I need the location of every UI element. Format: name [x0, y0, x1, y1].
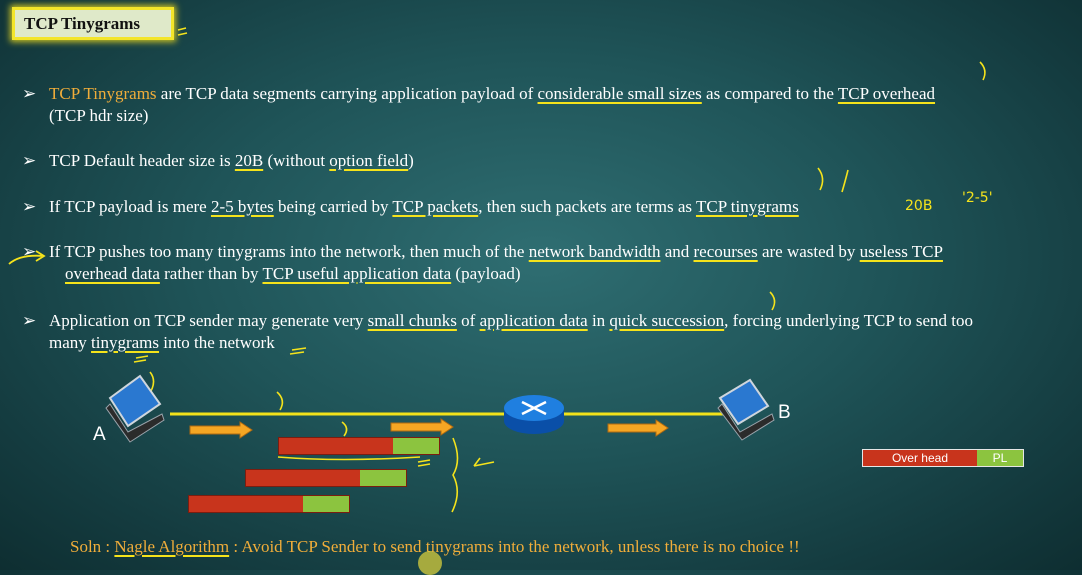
network-diagram	[105, 374, 775, 443]
segment-payload	[303, 496, 349, 512]
tinygram-segment-3	[188, 495, 350, 513]
segment-payload	[360, 470, 406, 486]
tinygram-segment-2	[245, 469, 407, 487]
segment-legend: Over head PL	[862, 449, 1024, 467]
segment-overhead	[279, 438, 393, 454]
router-icon	[504, 395, 564, 434]
laptop-a-icon	[105, 374, 165, 443]
flow-arrow	[390, 418, 454, 436]
segment-overhead	[246, 470, 360, 486]
laptop-b-icon	[717, 378, 775, 441]
solution-text: : Avoid TCP Sender to send tinygrams int…	[229, 537, 800, 556]
segment-overhead	[189, 496, 303, 512]
solution-prefix: Soln :	[70, 537, 115, 556]
flow-arrow	[607, 419, 669, 437]
node-b-label: B	[778, 402, 791, 423]
node-a-label: A	[93, 424, 106, 445]
solution-algorithm-name: Nagle Algorithm	[114, 537, 230, 556]
legend-overhead: Over head	[863, 450, 977, 466]
flow-arrow	[189, 421, 253, 439]
tinygram-segment-1	[278, 437, 440, 455]
cursor-highlight	[418, 551, 442, 575]
segment-payload	[393, 438, 439, 454]
legend-payload: PL	[977, 450, 1023, 466]
